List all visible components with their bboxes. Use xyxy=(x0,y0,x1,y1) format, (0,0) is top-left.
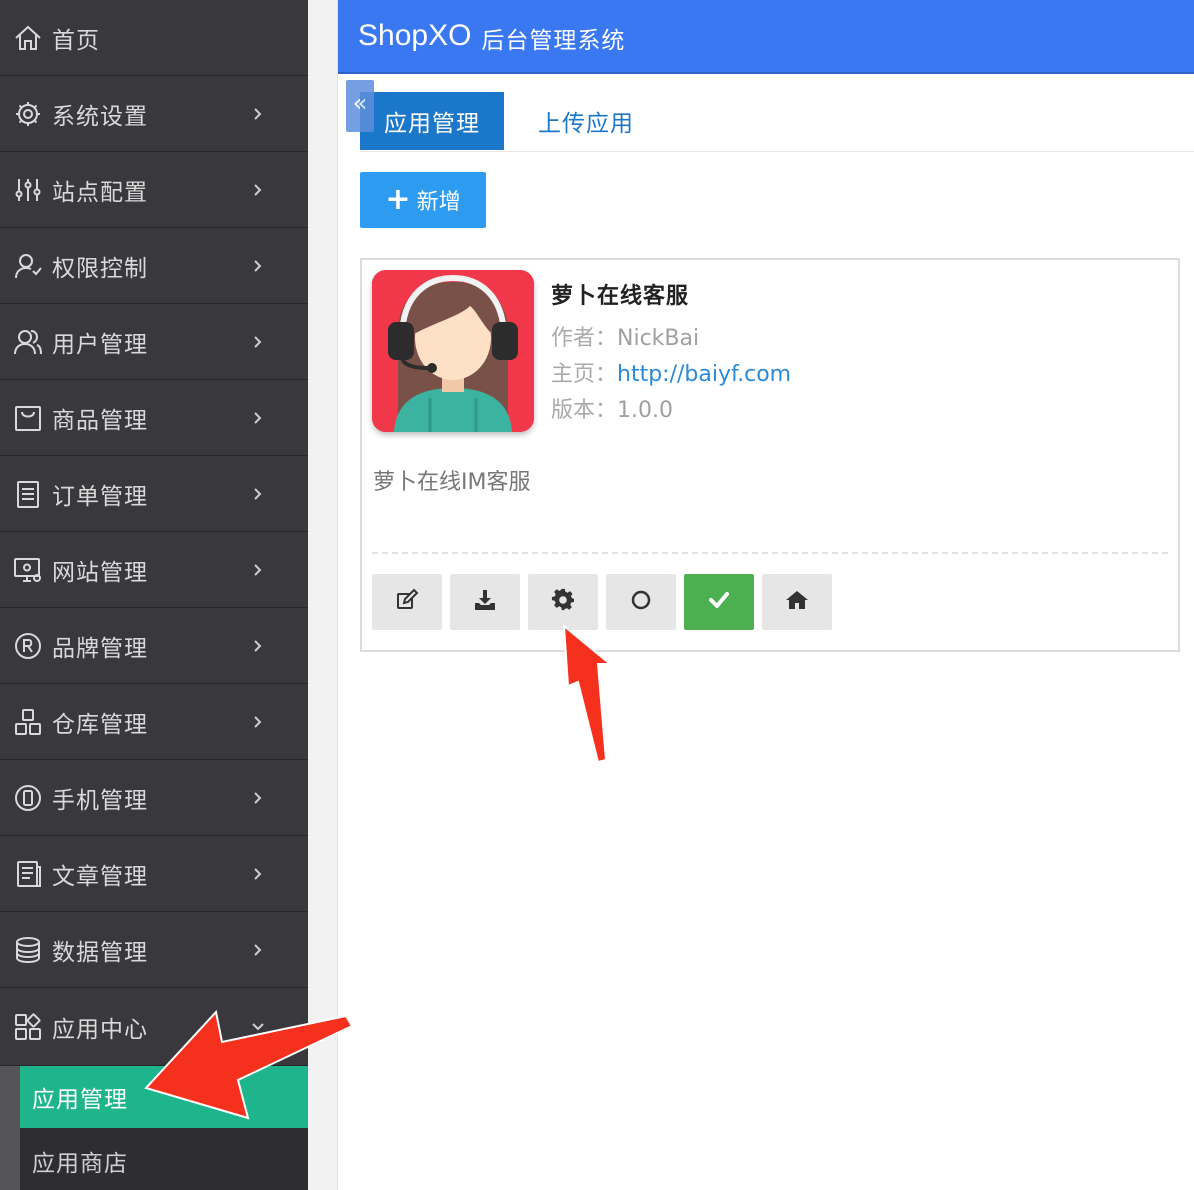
chevron-right-icon xyxy=(248,330,268,354)
chevron-right-icon xyxy=(248,634,268,658)
card-divider xyxy=(372,552,1168,554)
home-button[interactable] xyxy=(762,574,832,630)
circle-icon xyxy=(629,588,653,616)
sidebar-item-label: 品牌管理 xyxy=(52,635,148,662)
gear-icon xyxy=(13,99,43,129)
sidebar-item-website[interactable]: 网站管理 xyxy=(0,532,308,608)
author-label: 作者： xyxy=(551,326,618,351)
boxes-icon xyxy=(13,707,43,737)
sidebar-item-label: 仓库管理 xyxy=(52,711,148,738)
home-icon xyxy=(13,23,43,53)
gear-icon xyxy=(551,588,575,616)
author-value: NickBai xyxy=(617,326,700,351)
edit-icon xyxy=(395,588,419,616)
sidebar-item-data[interactable]: 数据管理 xyxy=(0,912,308,988)
sidebar-item-label: 订单管理 xyxy=(52,483,148,510)
chevron-right-icon xyxy=(248,178,268,202)
sidebar-item-label: 权限控制 xyxy=(52,255,148,282)
apps-grid-icon xyxy=(13,1012,43,1042)
order-list-icon xyxy=(13,479,43,509)
status-toggle-button[interactable] xyxy=(606,574,676,630)
homepage-link[interactable]: http://baiyf.com xyxy=(617,362,791,387)
tab-bar: 应用管理 上传应用 xyxy=(360,92,1194,152)
download-icon xyxy=(473,588,497,616)
sidebar-item-label: 系统设置 xyxy=(52,103,148,130)
chevron-right-icon xyxy=(248,254,268,278)
sliders-icon xyxy=(13,175,43,205)
sidebar-item-system-settings[interactable]: 系统设置 xyxy=(0,76,308,152)
sidebar-item-label: 用户管理 xyxy=(52,331,148,358)
sidebar-item-mobile[interactable]: 手机管理 xyxy=(0,760,308,836)
customer-service-avatar-icon xyxy=(372,270,534,432)
enabled-button[interactable] xyxy=(684,574,754,630)
sidebar-item-home[interactable]: 首页 xyxy=(0,0,308,76)
edit-button[interactable] xyxy=(372,574,442,630)
sidebar-gutter xyxy=(308,0,338,1190)
chevron-right-icon xyxy=(248,406,268,430)
settings-button[interactable] xyxy=(528,574,598,630)
chevron-down-icon xyxy=(248,1014,268,1038)
sidebar-item-warehouse[interactable]: 仓库管理 xyxy=(0,684,308,760)
collapse-sidebar-button[interactable]: « xyxy=(346,80,374,132)
chevron-right-icon xyxy=(248,710,268,734)
plugin-description: 萝卜在线IM客服 xyxy=(373,470,531,495)
plugin-version: 版本：1.0.0 xyxy=(551,392,673,424)
sidebar-item-label: 站点配置 xyxy=(52,179,148,206)
user-shield-icon xyxy=(13,251,43,281)
mobile-icon xyxy=(13,783,43,813)
plus-icon: + xyxy=(385,182,411,217)
sidebar-item-users[interactable]: 用户管理 xyxy=(0,304,308,380)
article-icon xyxy=(13,859,43,889)
chevron-right-icon xyxy=(248,938,268,962)
download-button[interactable] xyxy=(450,574,520,630)
homepage-label: 主页： xyxy=(551,362,618,387)
chevron-right-icon xyxy=(248,558,268,582)
sidebar-item-app-center[interactable]: 应用中心 xyxy=(0,988,308,1066)
sidebar-item-site-config[interactable]: 站点配置 xyxy=(0,152,308,228)
plugin-name: 萝卜在线客服 xyxy=(551,284,690,309)
tab-app-management[interactable]: 应用管理 xyxy=(360,92,504,150)
check-icon xyxy=(707,588,731,616)
registered-icon xyxy=(13,631,43,661)
tab-upload-app[interactable]: 上传应用 xyxy=(520,92,652,150)
sidebar-item-label: 应用中心 xyxy=(52,1016,148,1043)
version-label: 版本： xyxy=(551,398,618,423)
chevron-right-icon xyxy=(248,862,268,886)
submenu-indent-bar xyxy=(0,1066,20,1190)
add-button-label: 新增 xyxy=(416,190,461,215)
plugin-card: 萝卜在线客服 作者：NickBai 主页：http://baiyf.com 版本… xyxy=(360,258,1180,652)
sidebar-item-label: 商品管理 xyxy=(52,407,148,434)
chevron-right-icon xyxy=(248,102,268,126)
sidebar-item-label: 数据管理 xyxy=(52,939,148,966)
add-button[interactable]: + 新增 xyxy=(360,172,486,228)
version-value: 1.0.0 xyxy=(617,398,673,423)
chevron-right-icon xyxy=(248,482,268,506)
header-bar: ShopXO 后台管理系统 xyxy=(338,0,1194,74)
sidebar: 首页 系统设置 站点配置 权限控制 用户管理 商品管理 订单管理 网站管理 品牌… xyxy=(0,0,308,1190)
sidebar-item-label: 首页 xyxy=(52,27,100,54)
sidebar-item-orders[interactable]: 订单管理 xyxy=(0,456,308,532)
sidebar-item-permissions[interactable]: 权限控制 xyxy=(0,228,308,304)
sidebar-item-articles[interactable]: 文章管理 xyxy=(0,836,308,912)
sidebar-item-label: 网站管理 xyxy=(52,559,148,586)
sidebar-item-products[interactable]: 商品管理 xyxy=(0,380,308,456)
bag-icon xyxy=(13,403,43,433)
sidebar-subitem-app-store[interactable]: 应用商店 xyxy=(20,1130,308,1190)
sidebar-item-brands[interactable]: 品牌管理 xyxy=(0,608,308,684)
users-icon xyxy=(13,327,43,357)
sidebar-item-label: 文章管理 xyxy=(52,863,148,890)
monitor-gear-icon xyxy=(13,555,43,585)
plugin-homepage: 主页：http://baiyf.com xyxy=(551,356,791,388)
plugin-author: 作者：NickBai xyxy=(551,320,699,352)
database-icon xyxy=(13,935,43,965)
sidebar-subitem-app-management[interactable]: 应用管理 xyxy=(20,1066,308,1128)
brand-subtitle: 后台管理系统 xyxy=(481,28,626,54)
brand-name: ShopXO xyxy=(358,19,472,52)
chevron-right-icon xyxy=(248,786,268,810)
sidebar-item-label: 手机管理 xyxy=(52,787,148,814)
home-icon xyxy=(785,588,809,616)
